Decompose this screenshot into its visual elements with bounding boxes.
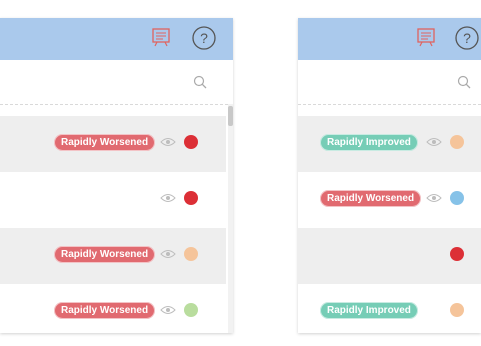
status-dot (450, 135, 464, 149)
right-panel: ? Rapidly Improved Rapidly Worsened Rapi… (298, 18, 481, 333)
list-item[interactable]: Rapidly Worsened (0, 228, 226, 284)
list-item[interactable]: Rapidly Worsened (0, 116, 226, 172)
status-badge: Rapidly Worsened (320, 190, 422, 207)
status-badge: Rapidly Improved (320, 302, 418, 319)
eye-icon[interactable] (160, 136, 176, 148)
help-icon[interactable]: ? (191, 25, 217, 51)
search-icon[interactable] (193, 75, 207, 89)
status-dot (450, 191, 464, 205)
search-icon[interactable] (457, 75, 471, 89)
status-dot (184, 303, 198, 317)
eye-icon[interactable] (426, 192, 442, 204)
status-dot (450, 303, 464, 317)
status-badge: Rapidly Worsened (54, 246, 156, 263)
list-item[interactable]: Rapidly Improved (298, 284, 481, 340)
eye-icon[interactable] (160, 192, 176, 204)
report-icon[interactable] (151, 27, 171, 47)
eye-icon[interactable] (426, 136, 442, 148)
scrollbar[interactable] (228, 104, 233, 333)
report-icon[interactable] (416, 27, 436, 47)
status-dot (184, 247, 198, 261)
eye-icon[interactable] (160, 248, 176, 260)
list-item[interactable]: Rapidly Worsened (298, 172, 481, 228)
status-dot (450, 247, 464, 261)
svg-text:?: ? (463, 30, 471, 46)
panel-header: ? (298, 18, 481, 60)
left-panel: ? Rapidly Worsened Rapidly Worsened Rapi… (0, 18, 233, 333)
list-item[interactable]: Rapidly Worsened (0, 284, 226, 340)
svg-text:?: ? (200, 30, 208, 46)
scrollbar-thumb[interactable] (228, 106, 233, 126)
status-dot (184, 191, 198, 205)
list-item[interactable] (298, 228, 481, 284)
status-badge: Rapidly Improved (320, 134, 418, 151)
panel-header: ? (0, 18, 233, 60)
status-dot (184, 135, 198, 149)
search-row[interactable] (298, 60, 481, 105)
status-badge: Rapidly Worsened (54, 134, 156, 151)
status-badge: Rapidly Worsened (54, 302, 156, 319)
help-icon[interactable]: ? (454, 25, 480, 51)
eye-icon[interactable] (160, 304, 176, 316)
search-row[interactable] (0, 60, 233, 105)
list-item[interactable]: Rapidly Improved (298, 116, 481, 172)
list-item[interactable] (0, 172, 226, 228)
